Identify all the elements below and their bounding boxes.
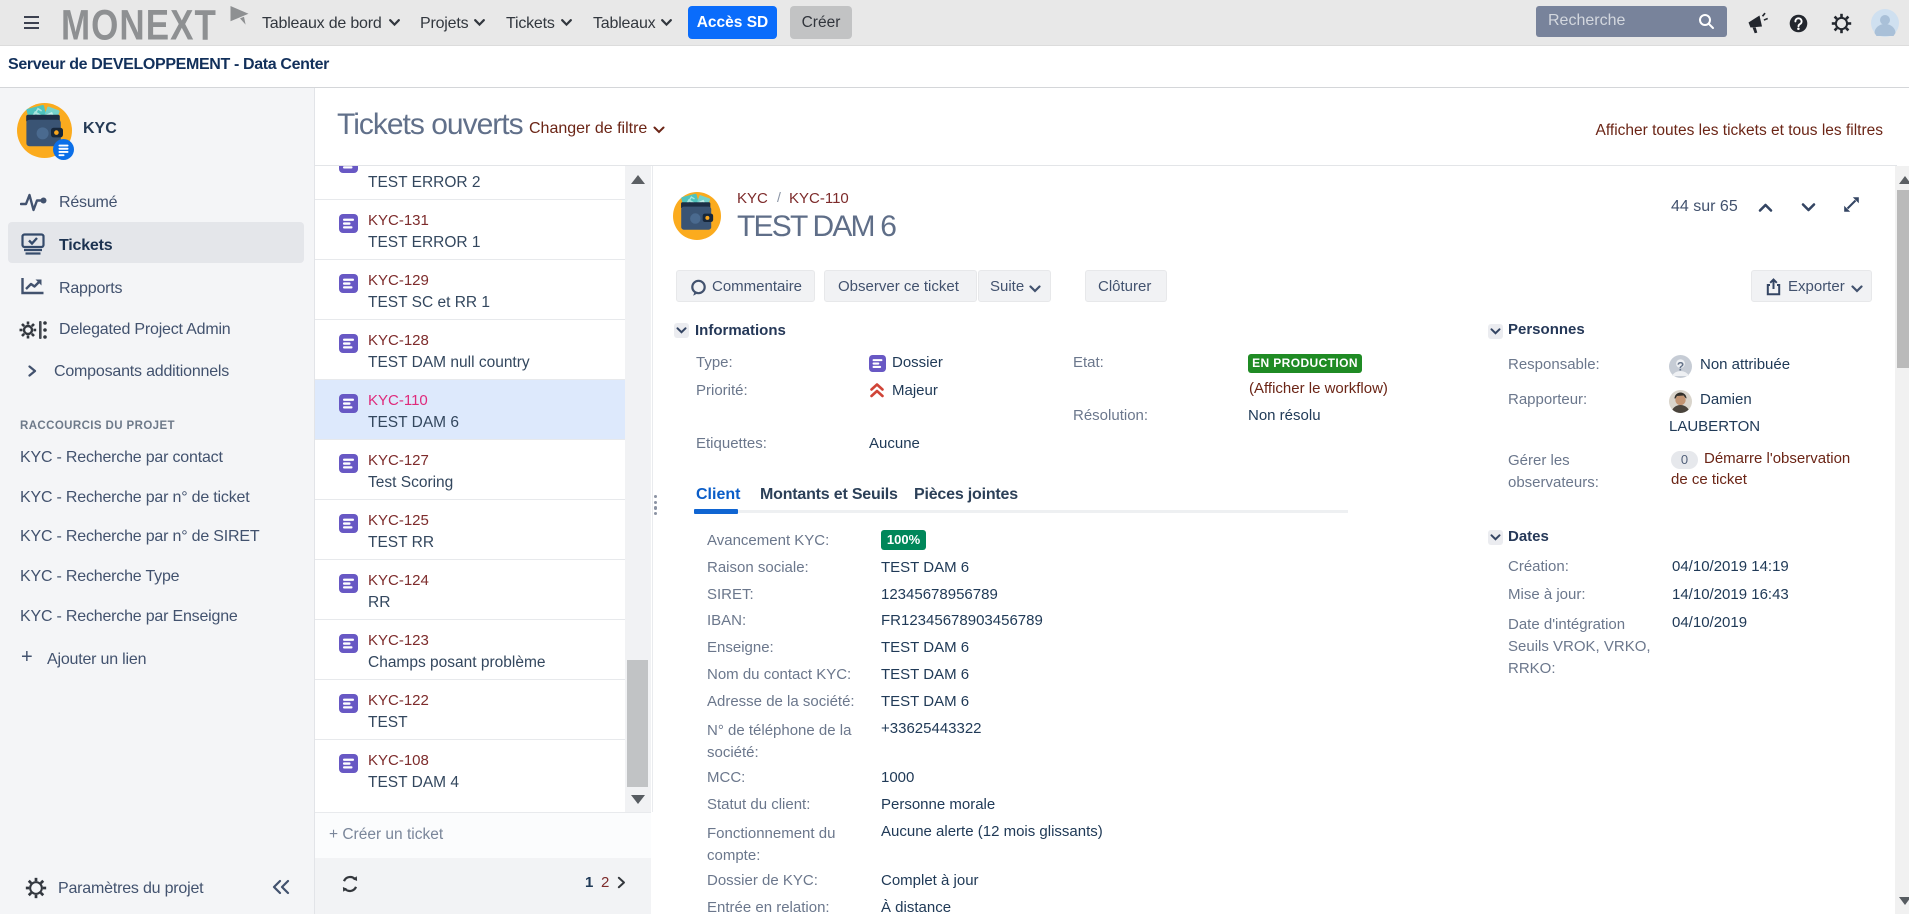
svg-text:?: ? [1677, 360, 1684, 374]
svg-text:MONEXT: MONEXT [61, 2, 217, 46]
